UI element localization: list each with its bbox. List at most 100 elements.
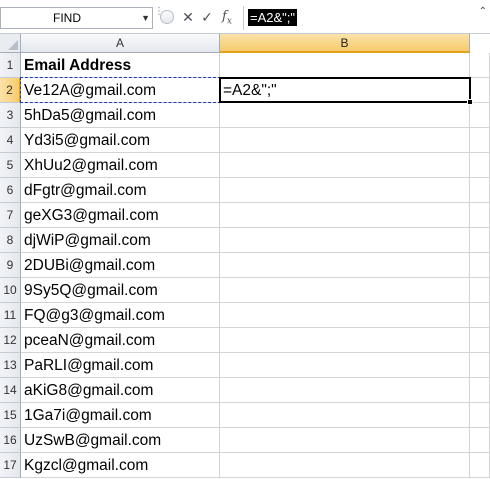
row-header[interactable]: 10 <box>0 278 21 303</box>
cell-a[interactable]: XhUu2@gmail.com <box>21 153 220 178</box>
cell-a[interactable]: 1Ga7i@gmail.com <box>21 403 220 428</box>
row-header[interactable]: 15 <box>0 403 21 428</box>
table-row: 15 1Ga7i@gmail.com <box>0 403 490 428</box>
table-row: 2 Ve12A@gmail.com =A2&";" <box>0 78 490 103</box>
formula-input[interactable]: =A2&";" <box>243 6 490 30</box>
cell-c[interactable] <box>470 178 490 203</box>
cell-a[interactable]: dFgtr@gmail.com <box>21 178 220 203</box>
row-header[interactable]: 9 <box>0 253 21 278</box>
row-header[interactable]: 1 <box>0 53 21 78</box>
cell-c[interactable] <box>470 303 490 328</box>
cell-a[interactable]: Ve12A@gmail.com <box>21 78 220 103</box>
select-all-corner[interactable] <box>0 34 21 53</box>
formula-bar: FIND ▼ ⋮ ✕ ✓ fx =A2&";" ⌃ <box>0 0 490 34</box>
table-row: 10 9Sy5Q@gmail.com <box>0 278 490 303</box>
cell-a[interactable]: Yd3i5@gmail.com <box>21 128 220 153</box>
name-box-value: FIND <box>53 11 81 25</box>
cell-c[interactable] <box>470 203 490 228</box>
table-row: 7 geXG3@gmail.com <box>0 203 490 228</box>
cell-a[interactable]: 5hDa5@gmail.com <box>21 103 220 128</box>
row-header[interactable]: 11 <box>0 303 21 328</box>
cell-a[interactable]: FQ@g3@gmail.com <box>21 303 220 328</box>
row-header[interactable]: 6 <box>0 178 21 203</box>
cell-b[interactable] <box>220 178 470 203</box>
row-header[interactable]: 14 <box>0 378 21 403</box>
row-header[interactable]: 16 <box>0 428 21 453</box>
row-header[interactable]: 4 <box>0 128 21 153</box>
table-row: 6 dFgtr@gmail.com <box>0 178 490 203</box>
row-header[interactable]: 3 <box>0 103 21 128</box>
checkmark-icon[interactable]: ✓ <box>199 8 215 26</box>
cell-c[interactable] <box>470 128 490 153</box>
row-header[interactable]: 12 <box>0 328 21 353</box>
cell-a[interactable]: pceaN@gmail.com <box>21 328 220 353</box>
name-box[interactable]: FIND ▼ <box>0 7 153 29</box>
row-header[interactable]: 8 <box>0 228 21 253</box>
cell-b[interactable] <box>220 278 470 303</box>
table-row: 1 Email Address <box>0 53 490 78</box>
table-row: 17 Kgzcl@gmail.com <box>0 453 490 478</box>
cell-c[interactable] <box>470 328 490 353</box>
cell-b[interactable] <box>220 203 470 228</box>
cell-a[interactable]: Email Address <box>21 53 220 78</box>
cell-c[interactable] <box>470 278 490 303</box>
circle-icon <box>160 10 174 24</box>
cell-c[interactable] <box>470 378 490 403</box>
cell-c[interactable] <box>470 253 490 278</box>
cell-a[interactable]: 9Sy5Q@gmail.com <box>21 278 220 303</box>
cell-b[interactable] <box>220 328 470 353</box>
cell-b[interactable] <box>220 353 470 378</box>
cell-a[interactable]: Kgzcl@gmail.com <box>21 453 220 478</box>
formula-text: =A2&";" <box>248 9 298 26</box>
cell-a[interactable]: PaRLI@gmail.com <box>21 353 220 378</box>
table-row: 8 djWiP@gmail.com <box>0 228 490 253</box>
row-header[interactable]: 5 <box>0 153 21 178</box>
table-row: 4 Yd3i5@gmail.com <box>0 128 490 153</box>
row-header[interactable]: 13 <box>0 353 21 378</box>
cell-a[interactable]: 2DUBi@gmail.com <box>21 253 220 278</box>
table-row: 11 FQ@g3@gmail.com <box>0 303 490 328</box>
cell-b[interactable] <box>220 403 470 428</box>
cell-b[interactable] <box>220 378 470 403</box>
fx-icon[interactable]: fx <box>219 8 235 27</box>
close-icon[interactable]: ✕ <box>180 8 196 26</box>
chevron-down-icon[interactable]: ▼ <box>141 8 150 28</box>
cell-c[interactable] <box>470 403 490 428</box>
table-row: 9 2DUBi@gmail.com <box>0 253 490 278</box>
column-header-b[interactable]: B <box>220 34 470 53</box>
cell-b[interactable] <box>220 453 470 478</box>
cell-a[interactable]: UzSwB@gmail.com <box>21 428 220 453</box>
table-row: 14 aKiG8@gmail.com <box>0 378 490 403</box>
cell-b[interactable] <box>220 228 470 253</box>
row-header[interactable]: 2 <box>0 78 21 103</box>
cell-c[interactable] <box>470 103 490 128</box>
cell-c[interactable] <box>470 428 490 453</box>
cell-b[interactable] <box>220 428 470 453</box>
table-row: 12 pceaN@gmail.com <box>0 328 490 353</box>
column-header-a[interactable]: A <box>21 34 220 53</box>
row-header[interactable]: 17 <box>0 453 21 478</box>
sheet-grid: 1 Email Address 2 Ve12A@gmail.com =A2&";" 3 5h… <box>0 53 490 478</box>
cell-c[interactable] <box>470 353 490 378</box>
table-row: 13 PaRLI@gmail.com <box>0 353 490 378</box>
cell-c[interactable] <box>470 453 490 478</box>
cell-c[interactable] <box>470 78 490 103</box>
cell-b[interactable] <box>220 103 470 128</box>
cell-c[interactable] <box>470 228 490 253</box>
cell-a[interactable]: djWiP@gmail.com <box>21 228 220 253</box>
cell-b[interactable] <box>220 253 470 278</box>
cell-b[interactable] <box>220 53 470 78</box>
cell-b[interactable] <box>220 303 470 328</box>
cell-b[interactable]: =A2&";" <box>220 78 470 103</box>
table-row: 16 UzSwB@gmail.com <box>0 428 490 453</box>
chevron-up-icon[interactable]: ⌃ <box>479 6 487 17</box>
cell-c[interactable] <box>470 153 490 178</box>
cell-c[interactable] <box>470 53 490 78</box>
row-header[interactable]: 7 <box>0 203 21 228</box>
table-row: 3 5hDa5@gmail.com <box>0 103 490 128</box>
cell-a[interactable]: geXG3@gmail.com <box>21 203 220 228</box>
cell-b[interactable] <box>220 128 470 153</box>
cell-b[interactable] <box>220 153 470 178</box>
cell-a[interactable]: aKiG8@gmail.com <box>21 378 220 403</box>
table-row: 5 XhUu2@gmail.com <box>0 153 490 178</box>
